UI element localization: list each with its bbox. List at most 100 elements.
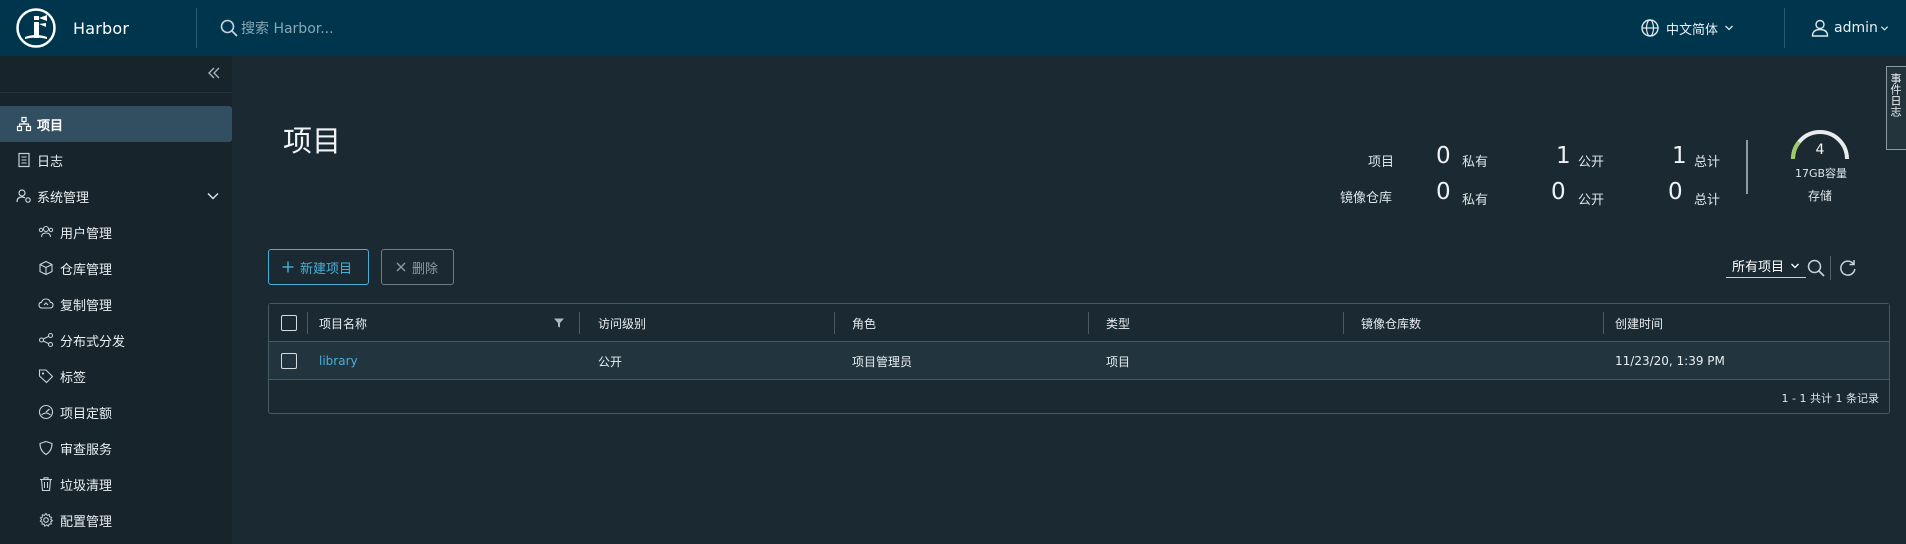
refresh-icon[interactable] [1838,258,1858,278]
stats-private-label: 私有 [1462,193,1489,208]
sidebar-item-label: 系统管理 [37,190,90,206]
sidebar-item-label: 复制管理 [60,298,113,314]
global-search[interactable]: 搜索 Harbor... [219,0,334,56]
search-icon [220,19,238,37]
projects-table: 项目名称 访问级别 角色 类型 镜像仓库数 创建时间 library 公开 项目… [268,303,1890,414]
column-separator [307,312,308,334]
plus-icon [282,261,294,273]
sidebar-item-label: 分布式分发 [60,334,126,350]
project-name-link[interactable]: library [319,342,358,380]
app-title: Harbor [73,18,130,38]
column-separator [1343,312,1344,334]
storage-capacity: 17GB容量 [1794,167,1848,180]
column-header-access[interactable]: 访问级别 [598,304,646,342]
stats-projects-private-count: 0 [1436,143,1451,169]
sidebar-item-configuration[interactable]: 配置管理 [0,502,232,538]
globe-icon [1641,19,1659,37]
users-icon [38,225,54,238]
row-checkbox[interactable] [281,353,297,369]
column-header-role[interactable]: 角色 [852,304,876,342]
sidebar: 项目 日志 系统管理 用户管理 仓库管理 复制管理 分布式分发 标签 项目定额 … [0,56,232,544]
search-input[interactable]: 搜索 Harbor... [241,18,334,38]
event-log-tab[interactable]: 事件日志 [1886,66,1906,150]
sidebar-item-label: 审查服务 [60,442,113,458]
stats-public-label: 公开 [1578,193,1605,208]
project-filter-select[interactable]: 所有项目 [1726,254,1806,278]
sidebar-item-quotas[interactable]: 项目定额 [0,394,232,430]
logs-icon [18,152,30,168]
column-separator [834,312,835,334]
projects-icon [16,116,32,132]
stats-repos-total-count: 0 [1668,179,1683,205]
gear-icon [39,512,54,528]
sidebar-item-gc[interactable]: 垃圾清理 [0,466,232,502]
search-icon[interactable] [1806,258,1826,278]
sidebar-item-label: 项目 [37,118,64,134]
sidebar-item-label: 仓库管理 [60,262,113,278]
collapse-sidebar-icon[interactable] [206,65,222,81]
username: admin [1834,20,1878,36]
column-header-type[interactable]: 类型 [1106,304,1130,342]
close-icon [396,262,406,272]
sidebar-item-label: 标签 [60,370,87,386]
sidebar-item-registries[interactable]: 仓库管理 [0,250,232,286]
filter-icon[interactable] [553,317,565,329]
language-label: 中文简体 [1666,22,1719,38]
project-created-time: 11/23/20, 1:39 PM [1615,354,1725,368]
harbor-logo-icon [16,8,56,48]
toolbar-divider [1830,256,1831,280]
quota-icon [38,404,54,420]
chevron-down-icon[interactable] [206,189,220,203]
column-separator [1088,312,1089,334]
user-icon [1811,19,1829,37]
sidebar-item-projects[interactable]: 项目 [0,106,232,142]
trash-icon [40,477,52,492]
stats-total-label: 总计 [1694,155,1721,170]
project-access-level: 公开 [598,354,623,369]
replication-icon [38,298,54,309]
sidebar-item-replications[interactable]: 复制管理 [0,286,232,322]
column-header-repo-count[interactable]: 镜像仓库数 [1361,304,1421,342]
stats-repos-private-count: 0 [1436,179,1451,205]
sidebar-item-label: 配置管理 [60,514,113,530]
sidebar-item-distribution[interactable]: 分布式分发 [0,322,232,358]
event-log-tab-label: 事件日志 [1889,73,1902,117]
tag-icon [38,369,54,384]
chevron-down-icon [1880,25,1888,31]
stats-total-label: 总计 [1694,193,1721,208]
column-header-name[interactable]: 项目名称 [319,304,367,342]
sidebar-item-users[interactable]: 用户管理 [0,214,232,250]
brand[interactable]: Harbor [0,0,196,56]
sidebar-item-label: 用户管理 [60,226,113,242]
storage-value: 4 [1815,142,1825,158]
select-all-checkbox[interactable] [281,315,297,331]
sidebar-item-label: 项目定额 [60,406,113,422]
header-divider [196,8,197,48]
delete-button[interactable]: 删除 [381,249,454,285]
sidebar-item-logs[interactable]: 日志 [0,142,232,178]
table-row[interactable]: library 公开 项目管理员 项目 11/23/20, 1:39 PM [269,342,1889,380]
new-project-label: 新建项目 [300,261,353,277]
user-menu[interactable]: admin [1810,0,1889,56]
sidebar-item-label: 垃圾清理 [60,478,113,494]
storage-label: 存储 [1807,189,1832,203]
stats-projects-public-count: 1 [1556,143,1571,169]
sidebar-item-label: 日志 [37,154,64,170]
table-footer: 1 - 1 共计 1 条记录 [269,380,1889,413]
stats-projects-total-count: 1 [1672,143,1687,169]
column-header-created[interactable]: 创建时间 [1615,304,1663,342]
chevron-down-icon [1791,263,1799,268]
stats-projects-label: 项目 [1368,155,1395,170]
sidebar-item-administration[interactable]: 系统管理 [0,178,232,214]
filter-selected: 所有项目 [1732,260,1785,275]
new-project-button[interactable]: 新建项目 [268,249,369,285]
column-separator [1603,312,1604,334]
shield-icon [39,440,53,456]
stats-divider [1746,140,1748,194]
sidebar-item-interrogation[interactable]: 审查服务 [0,430,232,466]
distribution-icon [38,332,54,348]
language-selector[interactable]: 中文简体 [1640,0,1734,56]
admin-icon [16,189,31,203]
pagination-summary: 1 - 1 共计 1 条记录 [1781,392,1879,405]
sidebar-item-labels[interactable]: 标签 [0,358,232,394]
